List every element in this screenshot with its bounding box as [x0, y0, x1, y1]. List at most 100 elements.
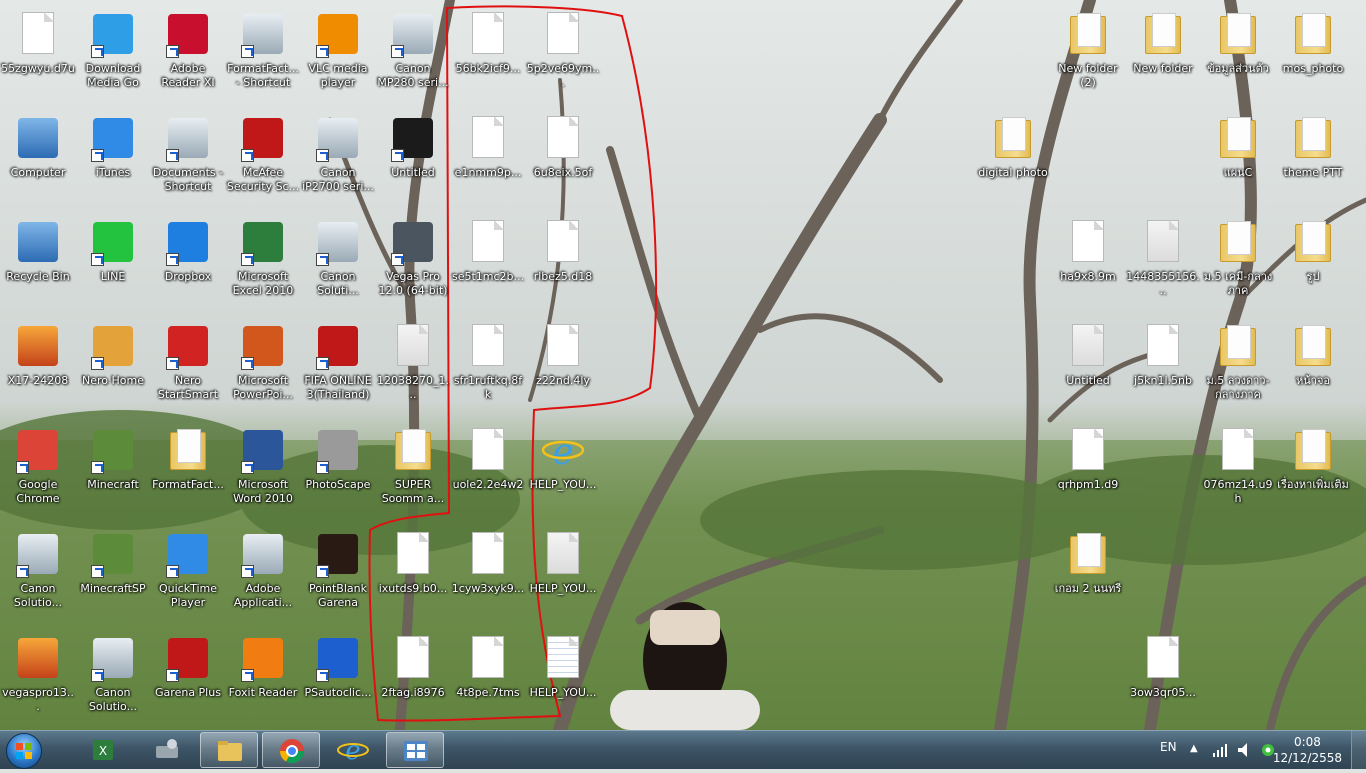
shortcut-icon — [164, 634, 212, 682]
desktop-icon[interactable]: digital photo — [975, 108, 1051, 212]
desktop-icon[interactable]: McAfee Security Sc... — [225, 108, 301, 212]
desktop-icon[interactable]: Microsoft Word 2010 — [225, 420, 301, 524]
desktop-icon[interactable]: 076mz14.u9h — [1200, 420, 1276, 524]
desktop-icon[interactable]: Computer — [0, 108, 76, 212]
desktop-icon[interactable]: X17-24208 — [0, 316, 76, 420]
desktop-icon[interactable]: SUPER Soomm a... — [375, 420, 451, 524]
desktop-icon[interactable]: qrhpm1.d9 — [1050, 420, 1126, 524]
desktop-icon[interactable]: ha9x8.9m — [1050, 212, 1126, 316]
desktop-icon[interactable]: HELP_YOU... — [525, 524, 601, 628]
start-button[interactable] — [6, 733, 42, 769]
desktop-icon[interactable]: แผนC — [1200, 108, 1276, 212]
desktop-icon[interactable]: Nero StartSmart — [150, 316, 226, 420]
shortcut-arrow-icon — [316, 45, 329, 58]
shortcut-icon — [89, 530, 137, 578]
desktop-icon[interactable]: Canon Solutio... — [75, 628, 151, 732]
taskbar-pin-excel[interactable]: X — [74, 732, 132, 768]
desktop-icon[interactable]: รูป — [1275, 212, 1351, 316]
desktop-icon[interactable]: 55zgwyu.d7u — [0, 4, 76, 108]
desktop-icon[interactable]: Google Chrome — [0, 420, 76, 524]
desktop-icon[interactable]: HELP_YOU... — [525, 628, 601, 732]
desktop-icon[interactable]: se5t1mc2b... — [450, 212, 526, 316]
desktop-icon[interactable]: FormatFact... — [150, 420, 226, 524]
folder-icon — [989, 114, 1037, 162]
desktop-icon[interactable]: 6u8eix.5of — [525, 108, 601, 212]
desktop-icon[interactable]: mos_photo — [1275, 4, 1351, 108]
taskbar-pin-chrome[interactable] — [262, 732, 320, 768]
desktop-icon[interactable]: 4t8pe.7tms — [450, 628, 526, 732]
language-indicator[interactable]: EN — [1160, 731, 1177, 769]
doc-icon — [1214, 426, 1262, 474]
desktop-icon[interactable]: z22nd.4ly — [525, 316, 601, 420]
volume-icon[interactable] — [1236, 731, 1252, 769]
desktop-icon[interactable]: เกอม 2 นนทรี — [1050, 524, 1126, 628]
desktop-icon[interactable]: ม.5 เคมี-กลางภาค — [1200, 212, 1276, 316]
desktop-icon[interactable]: e HELP_YOU... — [525, 420, 601, 524]
desktop-icon[interactable]: j5kn1l.5nb — [1125, 316, 1201, 420]
folder-icon — [1214, 114, 1262, 162]
desktop-icon[interactable]: Untitled — [1050, 316, 1126, 420]
desktop-icon[interactable]: Dropbox — [150, 212, 226, 316]
desktop-icon[interactable]: 3ow3qr05... — [1125, 628, 1201, 732]
desktop-icon[interactable]: Canon Soluti... — [300, 212, 376, 316]
desktop-icon[interactable]: 1448355156... — [1125, 212, 1201, 316]
desktop-icon[interactable]: ข้อมูลส่วนตัว — [1200, 4, 1276, 108]
desktop-icon[interactable]: 56bk2icf9... — [450, 4, 526, 108]
desktop-icon[interactable]: New folder — [1125, 4, 1201, 108]
shortcut-arrow-icon — [241, 669, 254, 682]
desktop-icon[interactable]: e1nmm9p... — [450, 108, 526, 212]
taskbar-pin-control-panel[interactable] — [386, 732, 444, 768]
desktop-icon[interactable]: PhotoScape — [300, 420, 376, 524]
desktop-icon[interactable]: Vegas Pro 12.0 (64-bit) — [375, 212, 451, 316]
desktop-icon[interactable]: PSautoclic... — [300, 628, 376, 732]
desktop-icon[interactable]: 12038270_1... — [375, 316, 451, 420]
desktop-icon[interactable]: Adobe Applicati... — [225, 524, 301, 628]
desktop-icon[interactable]: ม.5 ลวงดาว-กลางภาค — [1200, 316, 1276, 420]
desktop-icon[interactable]: หน้าจอ — [1275, 316, 1351, 420]
desktop-icon[interactable]: Microsoft Excel 2010 — [225, 212, 301, 316]
desktop-icon[interactable]: Minecraft — [75, 420, 151, 524]
taskbar-pin-network[interactable] — [138, 732, 196, 768]
desktop-icon[interactable]: VLC media player — [300, 4, 376, 108]
desktop-icon[interactable]: FormatFact... - Shortcut — [225, 4, 301, 108]
desktop-icon[interactable]: Recycle Bin — [0, 212, 76, 316]
desktop-icon[interactable]: Download Media Go — [75, 4, 151, 108]
desktop-icon[interactable]: LINE — [75, 212, 151, 316]
desktop-icon[interactable]: MinecraftSP — [75, 524, 151, 628]
desktop-icon[interactable]: Canon Solutio... — [0, 524, 76, 628]
desktop-icon[interactable]: Microsoft PowerPoi... — [225, 316, 301, 420]
desktop-icon[interactable]: uole2.2e4w2 — [450, 420, 526, 524]
desktop-icon[interactable]: iTunes — [75, 108, 151, 212]
desktop-icon[interactable]: เรื่องหาเพิ่มเติม — [1275, 420, 1351, 524]
desktop-icon[interactable]: FIFA ONLINE 3(Thailand) — [300, 316, 376, 420]
desktop-icon[interactable]: rlbez5.d18 — [525, 212, 601, 316]
desktop-icon[interactable]: Garena Plus — [150, 628, 226, 732]
desktop-icon[interactable]: Untitled — [375, 108, 451, 212]
taskbar-pin-internet-explorer[interactable]: e — [324, 732, 382, 768]
desktop-icon[interactable]: New folder (2) — [1050, 4, 1126, 108]
system-clock[interactable]: 0:08 12/12/2558 — [1273, 734, 1342, 766]
desktop-icon[interactable]: 1cyw3xyk9... — [450, 524, 526, 628]
desktop-icon[interactable]: theme PTT — [1275, 108, 1351, 212]
desktop-icon[interactable]: Documents - Shortcut — [150, 108, 226, 212]
signal-icon[interactable] — [1212, 731, 1228, 769]
desktop-icon[interactable]: 2ftag.i8976 — [375, 628, 451, 732]
shortcut-arrow-icon — [316, 565, 329, 578]
desktop-icon[interactable]: ixutds9.b0... — [375, 524, 451, 628]
taskbar-pin-explorer[interactable] — [200, 732, 258, 768]
desktop-icon-label: uole2.2e4w2 — [452, 478, 524, 491]
desktop-icon[interactable]: PointBlank Garena — [300, 524, 376, 628]
desktop-icon[interactable]: Canon MP280 seri... — [375, 4, 451, 108]
desktop-icon[interactable]: Foxit Reader — [225, 628, 301, 732]
desktop-icon[interactable]: Adobe Reader XI — [150, 4, 226, 108]
desktop-icon[interactable]: sfr1ruftkq.8fk — [450, 316, 526, 420]
desktop-icon[interactable]: Nero Home — [75, 316, 151, 420]
show-desktop-button[interactable] — [1351, 731, 1366, 769]
show-hidden-icons-chevron-icon[interactable]: ▲ — [1190, 731, 1198, 769]
desktop-icon[interactable]: Canon iP2700 seri... — [300, 108, 376, 212]
desktop-icon[interactable]: vegaspro13... — [0, 628, 76, 732]
desktop-icon[interactable]: 5p2ve69ym... — [525, 4, 601, 108]
desktop-icon-label: Vegas Pro 12.0 (64-bit) — [378, 270, 448, 297]
desktop-icon[interactable]: QuickTime Player — [150, 524, 226, 628]
shortcut-icon — [314, 322, 362, 370]
